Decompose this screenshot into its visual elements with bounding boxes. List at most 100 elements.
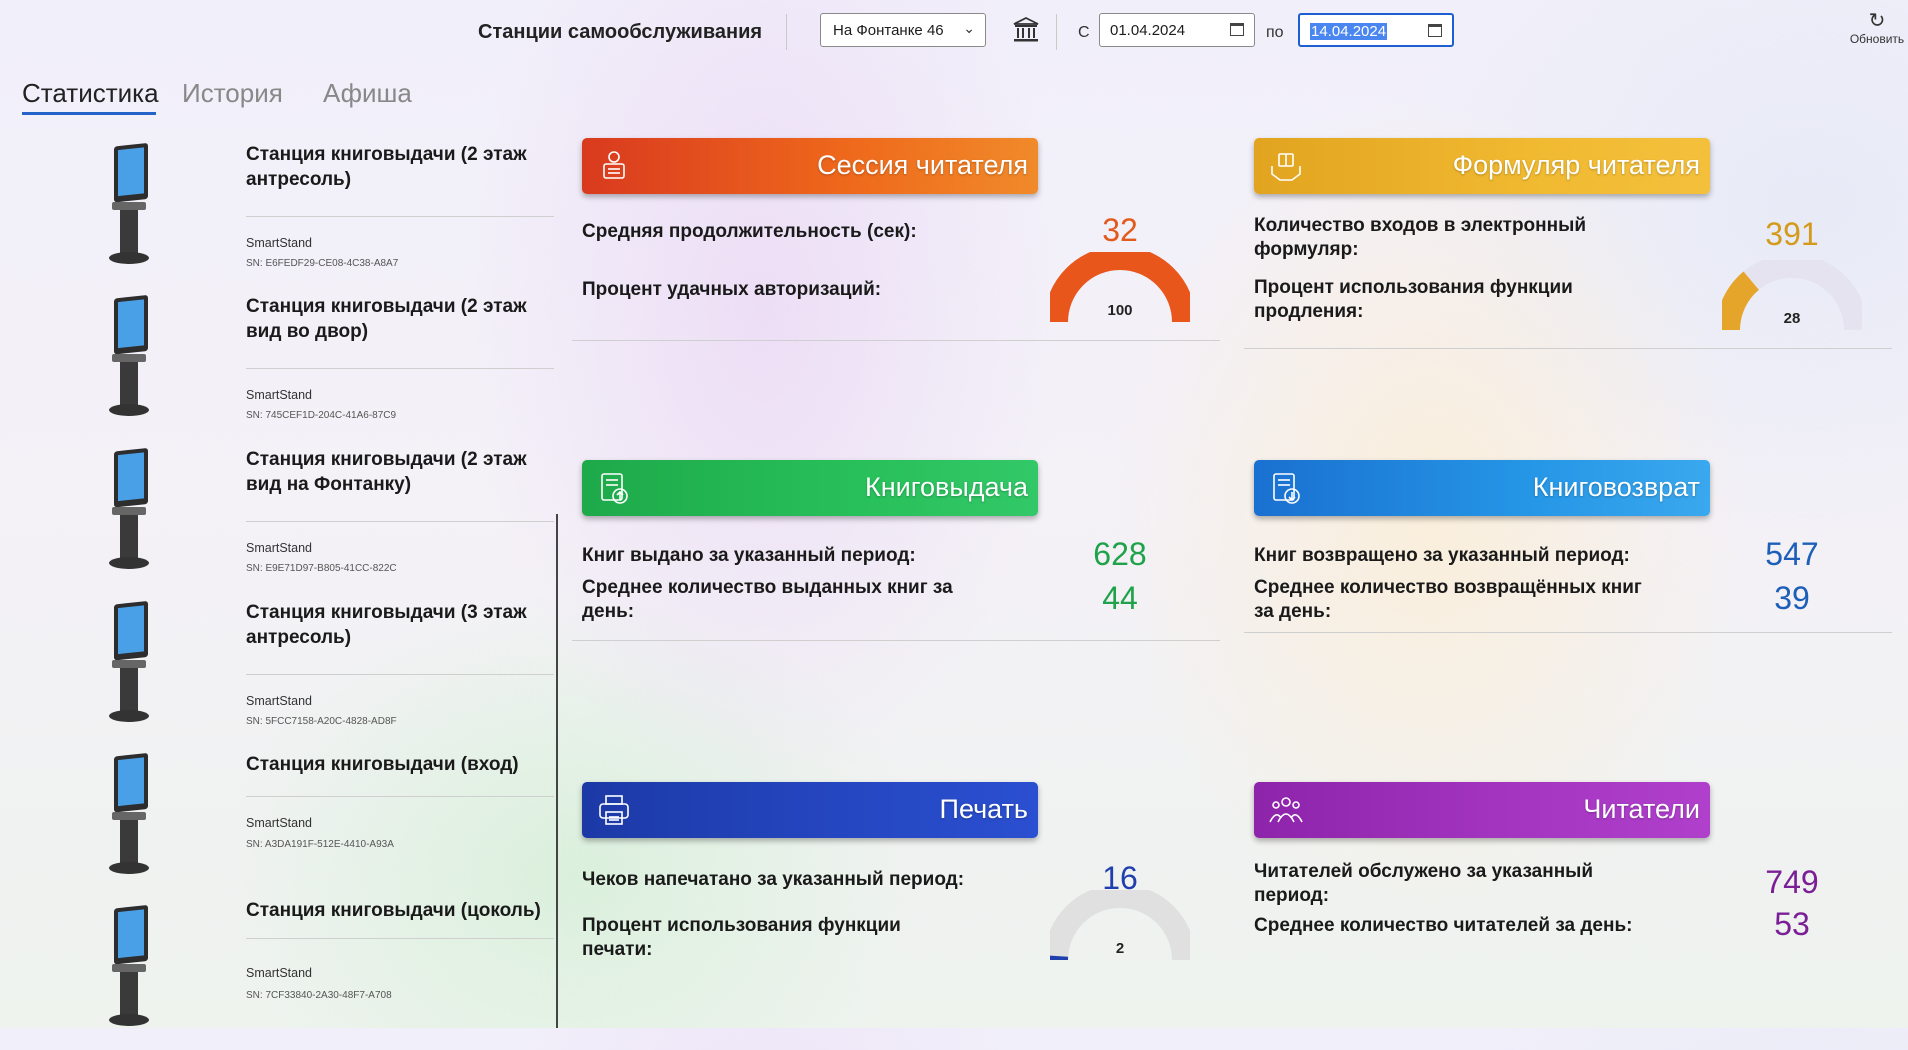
tab-events[interactable]: Афиша bbox=[323, 78, 412, 109]
session-card-header[interactable]: Сессия читателя bbox=[582, 138, 1038, 194]
avg-duration-label: Средняя продолжительность (сек): bbox=[582, 220, 962, 244]
divider bbox=[246, 521, 554, 522]
station-model: SmartStand bbox=[246, 966, 312, 980]
logins-value: 391 bbox=[1732, 216, 1852, 253]
library-select-value: На Фонтанке 46 bbox=[833, 22, 944, 39]
date-to-value: 14.04.2024 bbox=[1310, 23, 1387, 40]
success-auth-label: Процент удачных авторизаций: bbox=[582, 278, 962, 302]
station-model: SmartStand bbox=[246, 388, 312, 402]
station-serial: SN: 5FCC7158-A20C-4828-AD8F bbox=[246, 716, 397, 727]
refresh-icon: ↻ bbox=[1846, 10, 1908, 32]
avg-readers-label: Среднее количество читателей за день: bbox=[1254, 914, 1694, 938]
divider bbox=[246, 368, 554, 369]
formular-card-header[interactable]: Формуляр читателя bbox=[1254, 138, 1710, 194]
divider bbox=[246, 216, 554, 217]
station-name: Станция книговыдачи (цоколь) bbox=[246, 898, 566, 923]
avg-returned-value: 39 bbox=[1732, 580, 1852, 617]
station-model: SmartStand bbox=[246, 816, 312, 830]
success-auth-value: 100 bbox=[1090, 302, 1150, 319]
book-return-icon bbox=[1268, 470, 1304, 506]
station-item[interactable]: Станция книговыдачи (вход) SmartStand SN… bbox=[90, 746, 560, 898]
top-bar: Станции самообслуживания На Фонтанке 46 … bbox=[10, 6, 1908, 58]
readers-card-title: Читатели bbox=[1583, 794, 1700, 825]
station-item[interactable]: Станция книговыдачи (цоколь) SmartStand … bbox=[90, 898, 560, 1050]
issued-value: 628 bbox=[1060, 536, 1180, 573]
station-name: Станция книговыдачи (вход) bbox=[246, 752, 566, 777]
list-scroll-divider bbox=[556, 514, 558, 1028]
date-from-input[interactable]: 01.04.2024 bbox=[1099, 13, 1255, 47]
refresh-label: Обновить bbox=[1846, 32, 1908, 46]
print-card-title: Печать bbox=[940, 794, 1028, 825]
print-usage-label: Процент использования функции печати: bbox=[582, 914, 962, 962]
kiosk-icon bbox=[100, 750, 160, 880]
divider bbox=[1244, 632, 1892, 633]
session-card-title: Сессия читателя bbox=[817, 150, 1028, 181]
station-model: SmartStand bbox=[246, 541, 312, 555]
station-item[interactable]: Станция книговыдачи (2 этаж антресоль) S… bbox=[90, 136, 560, 288]
receipts-label: Чеков напечатано за указанный период: bbox=[582, 868, 1002, 892]
station-item[interactable]: Станция книговыдачи (3 этаж антресоль) S… bbox=[90, 594, 560, 746]
divider bbox=[1056, 14, 1057, 50]
book-out-icon bbox=[596, 470, 632, 506]
served-value: 749 bbox=[1732, 864, 1852, 901]
station-model: SmartStand bbox=[246, 694, 312, 708]
avg-readers-value: 53 bbox=[1732, 906, 1852, 943]
renew-value: 28 bbox=[1762, 310, 1822, 327]
station-name: Станция книговыдачи (2 этаж вид во двор) bbox=[246, 294, 566, 344]
checkout-card-header[interactable]: Книговыдача bbox=[582, 460, 1038, 516]
active-tab-indicator bbox=[22, 112, 156, 115]
station-item[interactable]: Станция книговыдачи (2 этаж вид во двор)… bbox=[90, 288, 560, 440]
avg-issued-label: Среднее количество выданных книг за день… bbox=[582, 576, 972, 624]
divider bbox=[246, 938, 554, 939]
logins-label: Количество входов в электронный формуляр… bbox=[1254, 214, 1644, 262]
library-select[interactable]: На Фонтанке 46 ⌄ bbox=[820, 13, 986, 47]
readers-group-icon bbox=[1268, 792, 1304, 828]
kiosk-icon bbox=[100, 140, 160, 270]
formular-card-title: Формуляр читателя bbox=[1453, 150, 1700, 181]
print-card-header[interactable]: Печать bbox=[582, 782, 1038, 838]
avg-duration-value: 32 bbox=[1060, 212, 1180, 249]
date-from-label: С bbox=[1078, 24, 1090, 42]
station-serial: SN: E6FEDF29-CE08-4C38-A8A7 bbox=[246, 258, 398, 269]
kiosk-icon bbox=[100, 445, 160, 575]
avg-returned-label: Среднее количество возвращённых книг за … bbox=[1254, 576, 1644, 624]
kiosk-icon bbox=[100, 902, 160, 1032]
date-from-value: 01.04.2024 bbox=[1110, 22, 1185, 39]
hands-book-icon bbox=[1268, 148, 1304, 184]
station-serial: SN: 745CEF1D-204C-41A6-87C9 bbox=[246, 410, 396, 421]
date-to-input[interactable]: 14.04.2024 bbox=[1298, 13, 1454, 47]
divider bbox=[246, 796, 554, 797]
refresh-button[interactable]: ↻ Обновить bbox=[1846, 10, 1908, 56]
printer-icon bbox=[596, 792, 632, 828]
divider bbox=[1244, 348, 1892, 349]
renew-label: Процент использования функции продления: bbox=[1254, 276, 1644, 324]
divider bbox=[572, 340, 1220, 341]
date-to-label: по bbox=[1266, 24, 1284, 42]
returned-value: 547 bbox=[1732, 536, 1852, 573]
library-building-icon[interactable] bbox=[1012, 16, 1040, 44]
calendar-icon[interactable] bbox=[1428, 24, 1442, 37]
tab-history[interactable]: История bbox=[182, 78, 283, 109]
divider bbox=[246, 674, 554, 675]
kiosk-icon bbox=[100, 292, 160, 422]
station-name: Станция книговыдачи (3 этаж антресоль) bbox=[246, 600, 566, 650]
reader-session-icon bbox=[596, 148, 632, 184]
served-label: Читателей обслужено за указанный период: bbox=[1254, 860, 1644, 908]
issued-label: Книг выдано за указанный период: bbox=[582, 544, 972, 568]
divider bbox=[572, 640, 1220, 641]
calendar-icon[interactable] bbox=[1230, 23, 1244, 36]
return-card-title: Книговозврат bbox=[1533, 472, 1700, 503]
station-serial: SN: E9E71D97-B805-41CC-822C bbox=[246, 563, 397, 574]
divider bbox=[786, 14, 787, 50]
chevron-down-icon: ⌄ bbox=[963, 20, 975, 37]
return-card-header[interactable]: Книговозврат bbox=[1254, 460, 1710, 516]
station-item[interactable]: Станция книговыдачи (2 этаж вид на Фонта… bbox=[90, 441, 560, 593]
checkout-card-title: Книговыдача bbox=[865, 472, 1028, 503]
station-model: SmartStand bbox=[246, 236, 312, 250]
app-title: Станции самообслуживания bbox=[478, 21, 762, 44]
tab-statistics[interactable]: Статистика bbox=[22, 78, 159, 109]
returned-label: Книг возвращено за указанный период: bbox=[1254, 544, 1664, 568]
kiosk-icon bbox=[100, 598, 160, 728]
avg-issued-value: 44 bbox=[1060, 580, 1180, 617]
readers-card-header[interactable]: Читатели bbox=[1254, 782, 1710, 838]
